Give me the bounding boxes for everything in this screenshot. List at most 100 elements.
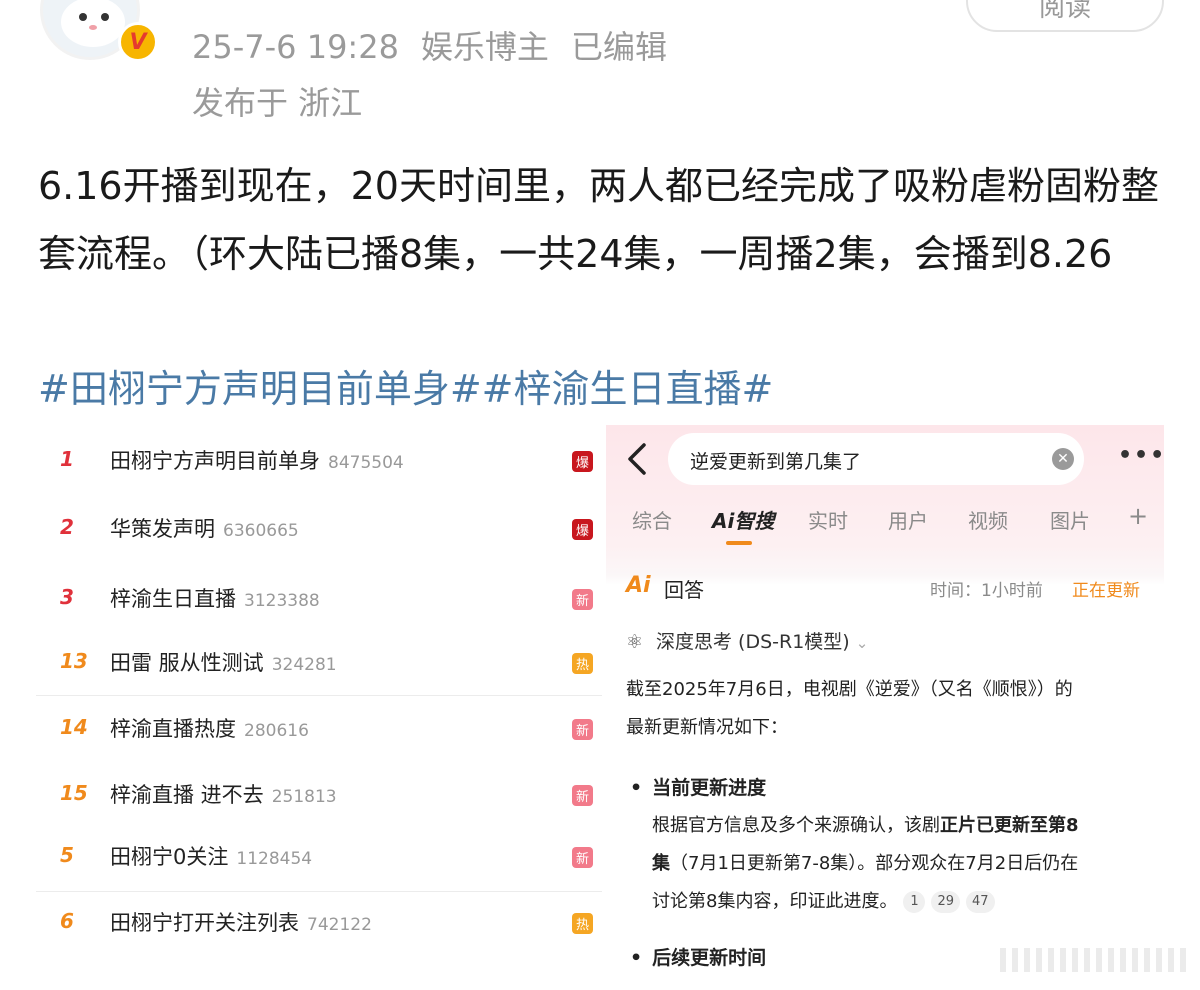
- chevron-down-icon: ⌄: [855, 634, 869, 652]
- intro-line-1: 截至2025年7月6日，电视剧《逆爱》（又名《顺恨》）的: [626, 679, 1073, 700]
- hot-rank: 2: [60, 515, 74, 539]
- hot-list-row[interactable]: 5 田栩宁0关注 1128454 新: [36, 825, 602, 889]
- hot-title-text: 梓渝直播 进不去: [110, 783, 264, 807]
- progress-line3: 讨论第8集内容，印证此进度。: [652, 891, 898, 912]
- search-input[interactable]: 逆爱更新到第几集了 ✕: [668, 433, 1084, 485]
- hot-list-divider: [36, 695, 602, 696]
- back-arrow-icon[interactable]: [624, 441, 652, 477]
- tab-ai-search[interactable]: Ai智搜: [712, 505, 774, 534]
- hot-badge: 新: [572, 589, 593, 610]
- hot-list-row[interactable]: 1 田栩宁方声明目前单身 8475504 爆: [36, 429, 602, 493]
- hot-count: 742122: [307, 915, 372, 935]
- citation-badge[interactable]: 1: [903, 891, 926, 913]
- answer-intro: 截至2025年7月6日，电视剧《逆爱》（又名《顺恨》）的 最新更新情况如下：: [626, 671, 1156, 747]
- hot-badge: 新: [572, 847, 593, 868]
- hot-title: 梓渝直播热度 280616: [110, 713, 309, 743]
- hot-rank: 5: [60, 843, 74, 867]
- add-tab-icon[interactable]: +: [1128, 502, 1148, 530]
- hot-list-row[interactable]: 14 梓渝直播热度 280616 新: [36, 697, 602, 761]
- hot-list-row[interactable]: 13 田雷 服从性测试 324281 热: [36, 631, 602, 695]
- answer-time: 时间：1小时前: [930, 581, 1043, 601]
- deep-think-label: 深度思考 (DS-R1模型): [656, 631, 850, 653]
- clear-icon[interactable]: ✕: [1052, 448, 1074, 470]
- hot-count: 3123388: [244, 591, 320, 611]
- watermark: [1000, 948, 1190, 972]
- hot-count: 280616: [244, 721, 309, 741]
- hot-list-divider: [36, 891, 602, 892]
- search-tabs: 综合 Ai智搜 实时 用户 视频 图片 +: [606, 502, 1164, 549]
- section-title-current-progress: 当前更新进度: [630, 773, 766, 800]
- post-hashtags[interactable]: #田栩宁方声明目前单身##梓渝生日直播#: [38, 358, 773, 413]
- post-location: 发布于 浙江: [192, 84, 363, 122]
- section-current-progress-body: 根据官方信息及多个来源确认，该剧正片已更新至第8 集（7月1日更新第7-8集）。…: [652, 807, 1152, 921]
- hot-count: 251813: [271, 787, 337, 807]
- hot-badge: 新: [572, 719, 593, 740]
- hot-title: 田栩宁打开关注列表 742122: [110, 907, 372, 937]
- progress-line2-b: （7月1日更新第7-8集）。部分观众在7月2日后仍在: [670, 853, 1079, 874]
- more-icon[interactable]: •••: [1118, 443, 1164, 468]
- ai-search-screenshot: 逆爱更新到第几集了 ✕ ••• 综合 Ai智搜 实时 用户 视频 图片 + Ai…: [606, 425, 1164, 990]
- hot-title: 田栩宁0关注 1128454: [110, 841, 312, 871]
- hot-title-text: 田栩宁方声明目前单身: [110, 449, 320, 473]
- hot-badge: 热: [572, 913, 593, 934]
- hot-count: 6360665: [223, 521, 299, 541]
- tab-users[interactable]: 用户: [888, 505, 928, 534]
- deep-think-toggle[interactable]: ⚛ 深度思考 (DS-R1模型) ⌄: [626, 627, 868, 654]
- ai-logo: Ai: [626, 573, 651, 598]
- answer-label: 回答: [664, 578, 704, 602]
- post-meta: 25-7-6 19:28 娱乐博主 已编辑: [192, 22, 689, 68]
- author-tag: 娱乐博主: [420, 28, 549, 66]
- hot-rank: 1: [60, 447, 74, 471]
- active-tab-indicator: [726, 541, 752, 545]
- progress-line2-a: 集: [652, 853, 670, 874]
- citation-badge[interactable]: 47: [966, 891, 995, 913]
- avatar-hamster-face: [61, 0, 125, 47]
- search-query: 逆爱更新到第几集了: [690, 451, 862, 473]
- ai-answer-header: Ai 回答 时间：1小时前 正在更新: [626, 573, 1146, 603]
- atom-icon: ⚛: [626, 631, 644, 653]
- avatar-eye-left: [79, 13, 87, 21]
- hot-title-text: 梓渝直播热度: [110, 717, 236, 741]
- hot-title-text: 梓渝生日直播: [110, 587, 236, 611]
- hot-list-row[interactable]: 15 梓渝直播 进不去 251813 新: [36, 763, 602, 827]
- hot-count: 324281: [271, 655, 337, 675]
- avatar-nose: [89, 25, 97, 30]
- hot-title-text: 田栩宁0关注: [110, 845, 229, 869]
- hot-rank: 6: [60, 909, 74, 933]
- post-timestamp: 25-7-6 19:28: [192, 28, 399, 66]
- progress-line1-b: 正片已更新至第8: [940, 815, 1079, 836]
- hot-count: 8475504: [328, 453, 404, 473]
- edited-label[interactable]: 已编辑: [571, 28, 667, 66]
- post-body: 6.16开播到现在，20天时间里，两人都已经完成了吸粉虐粉固粉整套流程。（环大陆…: [38, 164, 1159, 276]
- tab-images[interactable]: 图片: [1050, 505, 1090, 534]
- intro-line-2: 最新更新情况如下：: [626, 717, 788, 738]
- section-title-next-update: 后续更新时间: [630, 943, 766, 970]
- hot-rank: 13: [60, 649, 88, 673]
- hot-count: 1128454: [236, 849, 313, 869]
- hot-badge: 热: [572, 653, 593, 674]
- verified-v-icon: V: [118, 22, 158, 62]
- hot-title-text: 田栩宁打开关注列表: [110, 911, 299, 935]
- hot-badge: 新: [572, 785, 593, 806]
- tab-videos[interactable]: 视频: [968, 505, 1008, 534]
- progress-line1-a: 根据官方信息及多个来源确认，该剧: [652, 815, 940, 836]
- answer-status: 正在更新: [1072, 581, 1140, 601]
- hot-badge: 爆: [572, 519, 593, 540]
- hot-list-row[interactable]: 6 田栩宁打开关注列表 742122 热: [36, 891, 602, 955]
- hot-search-list-screenshot: 1 田栩宁方声明目前单身 8475504 爆 2 华策发声明 6360665 爆 3 梓渝生日直播…: [36, 425, 602, 990]
- hot-title-text: 华策发声明: [110, 517, 215, 541]
- hot-rank: 14: [60, 715, 88, 739]
- read-button[interactable]: 阅读: [966, 0, 1164, 32]
- tab-comprehensive[interactable]: 综合: [632, 505, 672, 534]
- hot-title-text: 田雷 服从性测试: [110, 651, 264, 675]
- hot-list-row[interactable]: 2 华策发声明 6360665 爆: [36, 497, 602, 561]
- hot-title: 梓渝生日直播 3123388: [110, 583, 320, 613]
- hot-badge: 爆: [572, 451, 593, 472]
- hot-rank: 15: [60, 781, 88, 805]
- hot-rank: 3: [60, 585, 74, 609]
- citation-badge[interactable]: 29: [931, 891, 960, 913]
- tab-realtime[interactable]: 实时: [808, 505, 848, 534]
- hot-list-row[interactable]: 3 梓渝生日直播 3123388 新: [36, 567, 602, 631]
- hot-title: 田雷 服从性测试 324281: [110, 647, 337, 677]
- hot-title: 田栩宁方声明目前单身 8475504: [110, 445, 404, 475]
